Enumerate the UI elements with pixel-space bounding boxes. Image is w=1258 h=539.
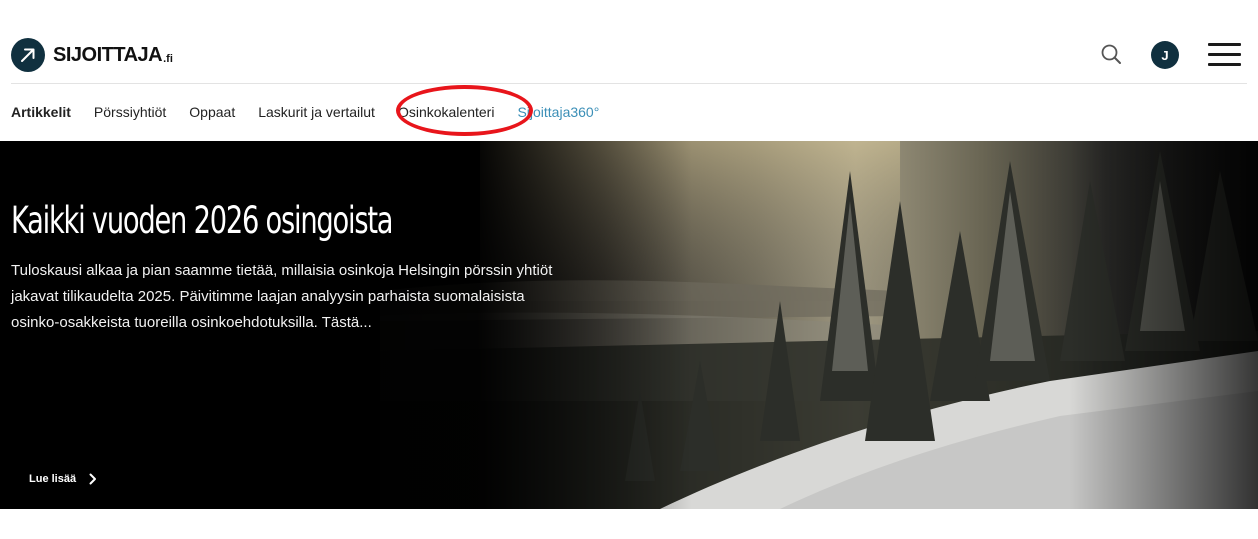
read-more-link[interactable]: Lue lisää [29, 473, 97, 485]
nav-item-artikkelit[interactable]: Artikkelit [11, 104, 71, 120]
nav-item-oppaat[interactable]: Oppaat [189, 104, 235, 120]
nav-item-sijoittaja360[interactable]: Sijoittaja360° [517, 104, 599, 120]
nav-item-porssiyhtiot[interactable]: Pörssiyhtiöt [94, 104, 166, 120]
site-logo[interactable]: SIJOITTAJA .fi [11, 38, 173, 72]
user-avatar[interactable]: J [1151, 41, 1179, 69]
chevron-right-icon [89, 473, 97, 485]
hero-title[interactable]: Kaikki vuoden 2026 osingoista [11, 199, 394, 242]
arrow-up-right-icon [11, 38, 45, 72]
header-divider [11, 83, 1247, 84]
brand-tld: .fi [163, 53, 173, 65]
nav-item-laskurit[interactable]: Laskurit ja vertailut [258, 104, 375, 120]
read-more-label: Lue lisää [29, 473, 77, 485]
main-nav: Artikkelit Pörssiyhtiöt Oppaat Laskurit … [11, 100, 622, 124]
site-header: SIJOITTAJA .fi J [0, 0, 1258, 84]
brand-name: SIJOITTAJA [53, 43, 163, 66]
hamburger-menu-icon[interactable] [1208, 42, 1241, 68]
search-icon[interactable] [1099, 42, 1125, 68]
hero-banner[interactable]: Kaikki vuoden 2026 osingoista Tuloskausi… [0, 141, 1258, 509]
hero-description: Tuloskausi alkaa ja pian saamme tietää, … [11, 262, 553, 331]
nav-item-osinkokalenteri[interactable]: Osinkokalenteri [398, 104, 495, 120]
